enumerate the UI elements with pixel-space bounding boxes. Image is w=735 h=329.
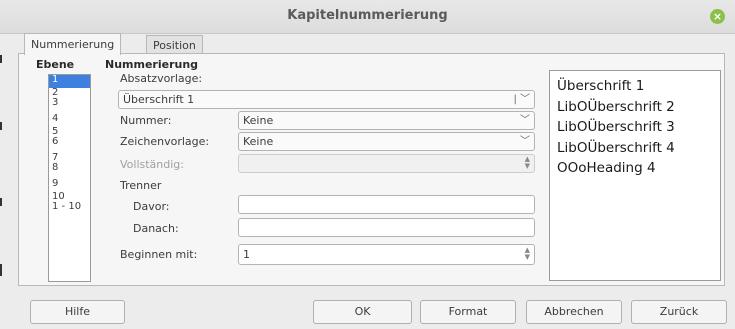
format-button[interactable]: Format <box>420 300 516 324</box>
preview-line: LibOÜberschrift 4 <box>557 139 675 156</box>
paragraph-style-label: Absatzvorlage: <box>120 72 203 85</box>
level-heading: Ebene <box>36 58 75 71</box>
edge-artifact <box>0 122 2 130</box>
complete-label: Vollständig: <box>120 158 184 171</box>
preview-line: LibOÜberschrift 3 <box>557 119 675 135</box>
chevron-down-icon: ﹀ <box>520 115 530 126</box>
start-spinner[interactable]: 1 ▲ ▼ <box>238 244 535 265</box>
separator-heading: Trenner <box>120 179 162 192</box>
window-title: Kapitelnummerierung <box>287 8 448 23</box>
after-input[interactable] <box>238 218 535 237</box>
start-value: 1 <box>243 248 250 261</box>
edge-artifact <box>0 264 2 276</box>
level-item[interactable]: 2 3 <box>49 88 90 114</box>
preview-pane: Überschrift 1 LibOÜberschrift 2 LibOÜber… <box>549 70 721 281</box>
chevron-down-icon: | ﹀ <box>513 94 530 105</box>
edge-artifact <box>0 198 2 206</box>
tab-position[interactable]: Position <box>146 35 203 55</box>
before-label: Davor: <box>133 200 170 213</box>
numbering-heading: Nummerierung <box>105 58 199 71</box>
paragraph-style-value: Überschrift 1 <box>123 93 195 106</box>
before-input[interactable] <box>238 195 535 214</box>
level-item[interactable]: 7 8 <box>49 153 90 179</box>
level-item[interactable]: 5 6 <box>49 127 90 153</box>
start-label: Beginnen mit: <box>120 248 198 261</box>
close-icon[interactable]: × <box>710 9 725 24</box>
edge-artifact <box>0 55 2 63</box>
level-list[interactable]: 1 2 3 4 5 6 7 8 9 10 1 - 10 <box>48 74 91 282</box>
paragraph-style-select[interactable]: Überschrift 1 | ﹀ <box>118 90 535 109</box>
number-value: Keine <box>243 114 274 127</box>
char-style-label: Zeichenvorlage: <box>120 135 210 148</box>
char-style-value: Keine <box>243 135 274 148</box>
tab-nummerierung[interactable]: Nummerierung <box>24 33 122 55</box>
spin-arrows-icon[interactable]: ▲ ▼ <box>525 247 530 261</box>
preview-line: OOoHeading 4 <box>557 160 656 176</box>
char-style-select[interactable]: Keine ﹀ <box>238 132 535 151</box>
preview-line: Überschrift 1 <box>557 78 645 94</box>
back-button[interactable]: Zurück <box>631 300 727 324</box>
ok-button[interactable]: OK <box>313 300 412 324</box>
number-label: Nummer: <box>120 114 172 127</box>
after-label: Danach: <box>133 222 179 235</box>
complete-spinner: ▲ ▼ <box>238 154 535 173</box>
level-item[interactable]: 10 1 - 10 <box>49 192 90 218</box>
help-button[interactable]: Hilfe <box>30 300 125 324</box>
number-select[interactable]: Keine ﹀ <box>238 111 535 130</box>
chevron-down-icon: ﹀ <box>520 136 530 147</box>
preview-line: LibOÜberschrift 2 <box>557 98 675 115</box>
cancel-button[interactable]: Abbrechen <box>526 300 622 324</box>
spin-arrows-icon: ▲ ▼ <box>524 155 530 170</box>
